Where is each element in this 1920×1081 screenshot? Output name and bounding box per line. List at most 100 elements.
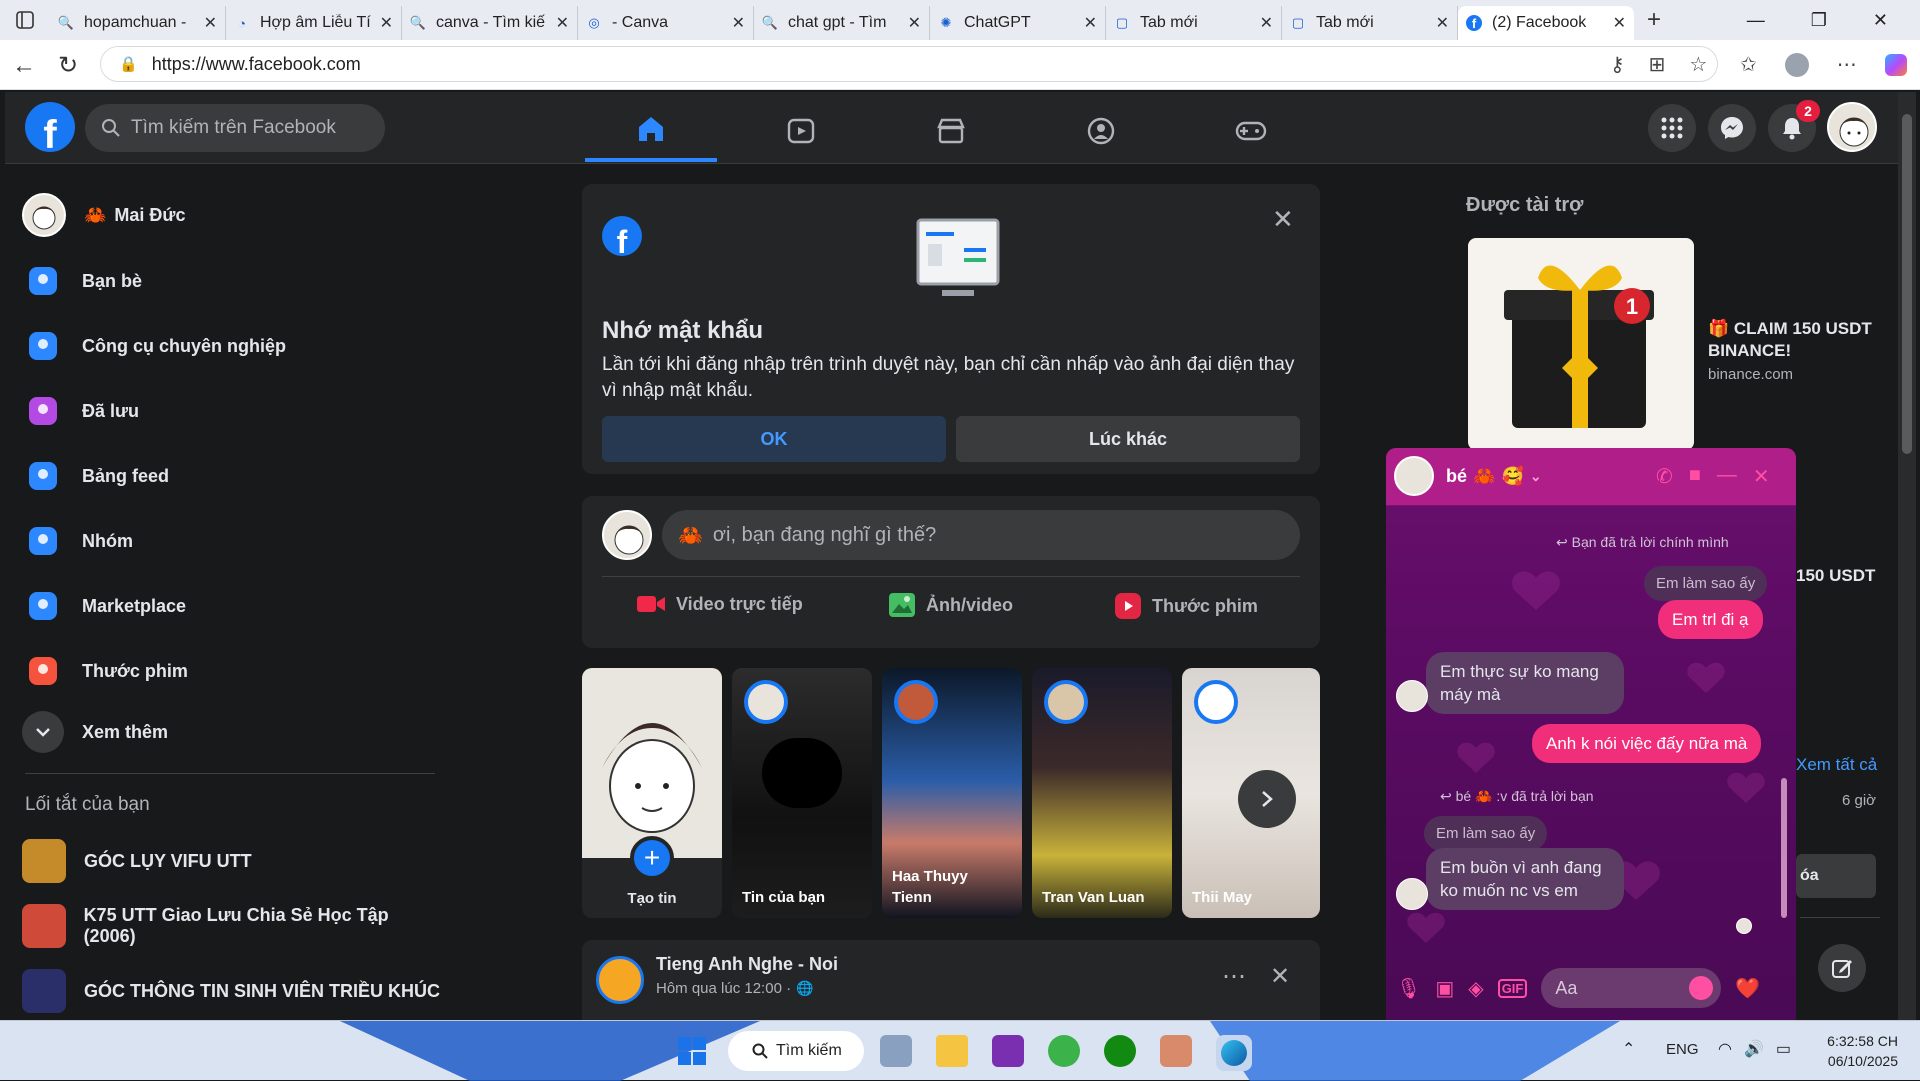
browser-tab[interactable]: 🔍 chat gpt - Tìm ✕	[754, 6, 930, 40]
close-chat-icon[interactable]: ✕	[1753, 464, 1770, 489]
profile-icon[interactable]	[1784, 52, 1809, 77]
ad-image[interactable]: 1	[1468, 238, 1694, 450]
facebook-logo[interactable]: f	[25, 102, 75, 152]
xbox-icon[interactable]	[1104, 1035, 1136, 1067]
composer-avatar[interactable]	[602, 510, 652, 560]
ad-title[interactable]: 🎁 CLAIM 150 USDT BINANCE!	[1708, 318, 1888, 362]
post-page-name[interactable]: Tieng Anh Nghe - Noi	[656, 954, 838, 975]
browser-tab[interactable]: ◔ Hợp âm Liễu Tí ✕	[226, 6, 402, 40]
app-icon[interactable]	[1048, 1035, 1080, 1067]
language-indicator[interactable]: ENG	[1666, 1041, 1699, 1058]
chat-title[interactable]: bé 🦀 🥰 ⌄	[1446, 466, 1542, 487]
post-more-icon[interactable]: ⋯	[1222, 962, 1246, 991]
gif-icon[interactable]: GIF	[1497, 978, 1528, 998]
minimize-chat-icon[interactable]: —	[1717, 464, 1737, 489]
story-item[interactable]: Thii May	[1182, 668, 1320, 918]
page-avatar[interactable]	[596, 956, 644, 1004]
key-icon[interactable]: ⚷	[1610, 52, 1625, 77]
story-item[interactable]: Tin của bạn	[732, 668, 872, 918]
page-scrollbar[interactable]	[1898, 92, 1916, 1020]
file-explorer-icon[interactable]	[936, 1035, 968, 1067]
image-icon[interactable]: ▣	[1435, 976, 1454, 1001]
start-button[interactable]	[678, 1037, 706, 1065]
quoted-message[interactable]: Em làm sao ấy	[1424, 816, 1548, 851]
chat-avatar[interactable]	[1394, 456, 1434, 496]
more-menu-icon[interactable]: ⋯	[1837, 52, 1857, 77]
nav-video[interactable]	[735, 100, 867, 162]
sidebar-item-friends[interactable]: Bạn bè	[22, 256, 442, 306]
story-item[interactable]: Tran Van Luan	[1032, 668, 1172, 918]
partial-button[interactable]: óa	[1796, 854, 1876, 898]
favorite-star-icon[interactable]: ☆	[1689, 52, 1707, 77]
browser-tab[interactable]: ▢ Tab mới ✕	[1106, 6, 1282, 40]
sidebar-item-saved[interactable]: Đã lưu	[22, 386, 442, 436]
shortcut-item[interactable]: GÓC LỤY VIFU UTT	[22, 836, 442, 886]
wifi-icon[interactable]: ◠	[1718, 1039, 1732, 1059]
url-field[interactable]: 🔒 https://www.facebook.com	[100, 46, 1718, 82]
later-button[interactable]: Lúc khác	[956, 416, 1300, 462]
emoji-picker-icon[interactable]	[1689, 976, 1714, 1000]
microphone-icon[interactable]: 🎙	[1396, 976, 1421, 1001]
back-button[interactable]: ←	[12, 52, 36, 80]
battery-icon[interactable]: ▭	[1776, 1039, 1791, 1059]
chat-message-input[interactable]: Aa	[1541, 968, 1722, 1008]
new-message-button[interactable]	[1818, 944, 1866, 992]
video-call-icon[interactable]: ■	[1689, 464, 1701, 489]
new-tab-button[interactable]: +	[1634, 6, 1674, 34]
notifications-button[interactable]: 2	[1768, 100, 1820, 152]
close-tab-icon[interactable]: ✕	[1260, 13, 1273, 33]
close-tab-icon[interactable]: ✕	[380, 13, 393, 33]
copilot-icon[interactable]	[1884, 53, 1907, 76]
reel-button[interactable]: Thước phim	[1114, 592, 1258, 620]
composer-input[interactable]: 🦀 ơi, bạn đang nghĩ gì thế?	[662, 510, 1300, 560]
story-create[interactable]: + Tạo tin	[582, 668, 722, 918]
menu-button[interactable]	[1648, 104, 1696, 152]
sidebar-item-reels[interactable]: Thước phim	[22, 646, 442, 696]
favorites-icon[interactable]: ✩	[1740, 52, 1757, 77]
outgoing-message[interactable]: Em trl đi ạ	[1658, 600, 1763, 639]
close-tab-icon[interactable]: ✕	[1613, 13, 1626, 33]
browser-tab[interactable]: ▢ Tab mới ✕	[1282, 6, 1458, 40]
app-icon[interactable]	[1160, 1035, 1192, 1067]
sidebar-see-more[interactable]: Xem thêm	[22, 707, 442, 757]
close-tab-icon[interactable]: ✕	[732, 13, 745, 33]
volume-icon[interactable]: 🔊	[1744, 1039, 1764, 1059]
app-icon[interactable]	[992, 1035, 1024, 1067]
apps-icon[interactable]: ⊞	[1649, 52, 1666, 77]
messenger-button[interactable]	[1708, 104, 1756, 152]
browser-tab[interactable]: f (2) Facebook ✕	[1458, 6, 1634, 40]
close-tab-icon[interactable]: ✕	[908, 13, 921, 33]
chat-scroll-thumb[interactable]	[1781, 778, 1787, 918]
story-item[interactable]: Haa Thuyy Tienn	[882, 668, 1022, 918]
sidebar-profile[interactable]: 🦀 Mai Đức	[22, 190, 442, 240]
maximize-button[interactable]: ❐	[1811, 10, 1827, 31]
chat-scrollbar[interactable]	[1780, 518, 1788, 928]
call-icon[interactable]: ✆	[1656, 464, 1673, 489]
close-card-icon[interactable]: ✕	[1272, 204, 1294, 235]
stories-next-button[interactable]	[1238, 770, 1296, 828]
page-scroll-thumb[interactable]	[1902, 114, 1912, 454]
close-tab-icon[interactable]: ✕	[204, 13, 217, 33]
outgoing-message[interactable]: Anh k nói việc đấy nữa mà	[1532, 724, 1762, 763]
close-tab-icon[interactable]: ✕	[1084, 13, 1097, 33]
close-window-button[interactable]: ✕	[1873, 10, 1888, 31]
nav-gaming[interactable]	[1185, 100, 1317, 162]
facebook-search-input[interactable]: Tìm kiếm trên Facebook	[85, 104, 385, 152]
see-all-link[interactable]: Xem tất cả	[1796, 755, 1877, 775]
nav-home[interactable]	[585, 100, 717, 162]
sidebar-item-pro-tools[interactable]: Công cụ chuyên nghiệp	[22, 321, 442, 371]
nav-marketplace[interactable]	[885, 100, 1017, 162]
incoming-message[interactable]: Em thực sự ko mang máy mà	[1426, 652, 1624, 714]
app-icon[interactable]	[880, 1035, 912, 1067]
browser-tab[interactable]: ✺ ChatGPT ✕	[930, 6, 1106, 40]
sidebar-item-feed[interactable]: Bảng feed	[22, 451, 442, 501]
live-video-button[interactable]: Video trực tiếp	[636, 592, 803, 616]
chevron-up-icon[interactable]: ⌃	[1622, 1039, 1635, 1059]
sidebar-item-groups[interactable]: Nhóm	[22, 516, 442, 566]
post-time[interactable]: Hôm qua lúc 12:00 ·	[656, 980, 791, 997]
post-hide-icon[interactable]: ✕	[1270, 962, 1290, 991]
clock[interactable]: 6:32:58 CH 06/10/2025	[1808, 1031, 1898, 1071]
incoming-message[interactable]: Em buồn vì anh đang ko muốn nc vs em	[1426, 848, 1624, 910]
reload-button[interactable]: ↻	[58, 51, 78, 80]
quoted-message[interactable]: Em làm sao ấy	[1644, 566, 1768, 601]
